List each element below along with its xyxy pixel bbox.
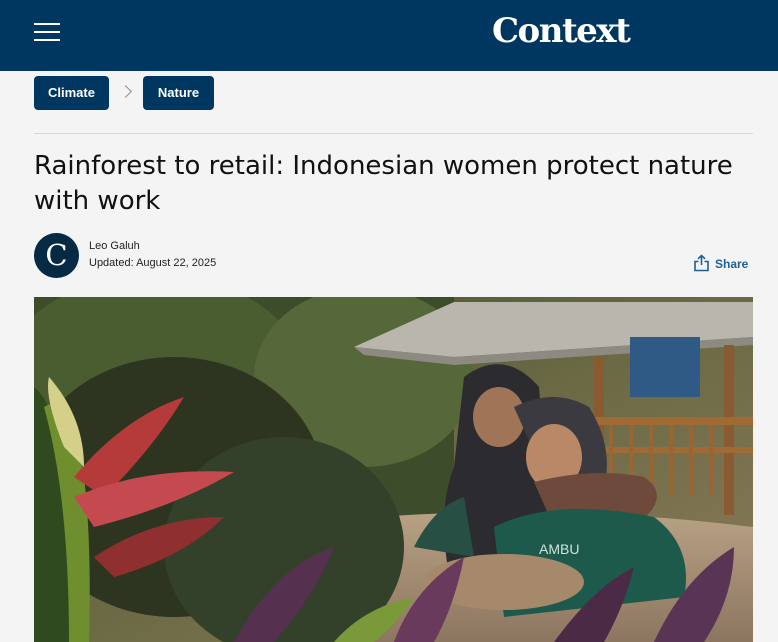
- chevron-right-icon: [119, 85, 132, 98]
- author-avatar[interactable]: C: [34, 233, 79, 278]
- share-label: Share: [715, 257, 749, 271]
- site-logo[interactable]: Context: [492, 11, 631, 51]
- share-icon: [694, 254, 709, 272]
- breadcrumb-nature[interactable]: Nature: [143, 76, 214, 110]
- top-navigation-bar: Context: [0, 0, 778, 71]
- breadcrumb-climate[interactable]: Climate: [34, 76, 109, 110]
- updated-date: Updated: August 22, 2025: [89, 257, 217, 269]
- avatar-initial: C: [45, 238, 68, 272]
- hamburger-menu-icon[interactable]: [34, 22, 60, 42]
- share-button[interactable]: Share: [693, 254, 753, 274]
- author-name[interactable]: Leo Galuh: [89, 240, 140, 252]
- section-divider: [34, 133, 753, 134]
- hero-image: AMBU: [34, 297, 753, 642]
- article-title: Rainforest to retail: Indonesian women p…: [34, 151, 733, 216]
- shirt-print-text: AMBU: [539, 541, 579, 557]
